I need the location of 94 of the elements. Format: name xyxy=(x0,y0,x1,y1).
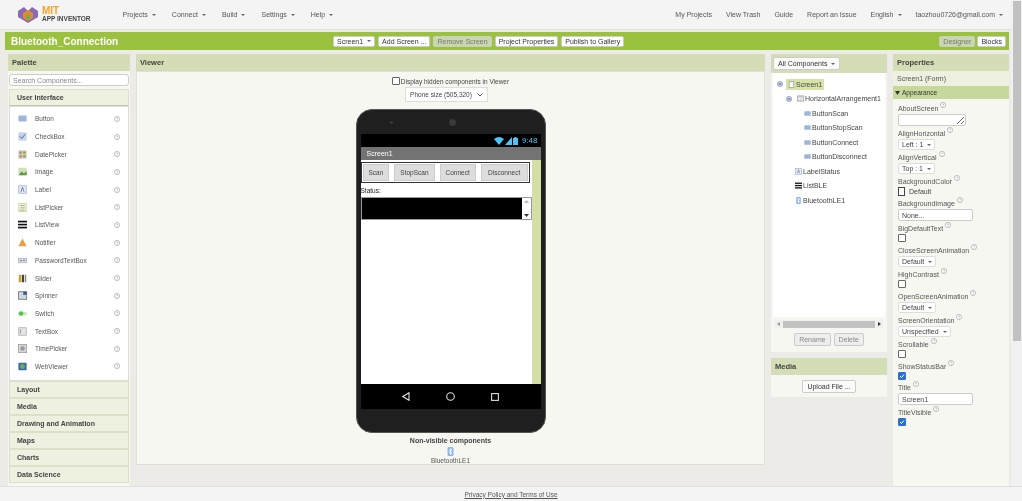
wifi-icon xyxy=(493,136,504,145)
checkbox[interactable] xyxy=(898,418,906,426)
caret-icon xyxy=(290,13,295,16)
text-area[interactable] xyxy=(898,114,966,126)
help-icon[interactable] xyxy=(970,290,977,296)
warning-icon xyxy=(18,238,27,248)
logo-icon xyxy=(16,4,40,25)
caret-icon xyxy=(329,13,334,16)
scroll-down-icon[interactable] xyxy=(523,214,529,217)
home-icon[interactable] xyxy=(446,392,455,401)
help-icon[interactable] xyxy=(947,127,954,133)
logo-title: MIT xyxy=(42,6,60,17)
help-icon[interactable] xyxy=(948,360,955,366)
checkbox[interactable] xyxy=(898,280,906,288)
list-view-icon xyxy=(795,182,802,190)
checkbox-icon xyxy=(18,132,27,142)
scroll-left-icon[interactable] xyxy=(777,322,780,326)
calendar-icon xyxy=(18,149,27,159)
caret-icon xyxy=(942,330,947,333)
recents-icon[interactable] xyxy=(490,392,499,401)
horizontal-scrollbar[interactable] xyxy=(775,320,883,328)
label-icon xyxy=(795,167,802,175)
help-icon[interactable] xyxy=(114,221,120,228)
help-icon[interactable] xyxy=(114,115,120,122)
back-icon[interactable] xyxy=(402,392,411,401)
clock-time: 9:48 xyxy=(521,136,538,145)
caret-icon xyxy=(367,40,372,42)
collapse-icon[interactable] xyxy=(777,81,783,88)
caret-icon xyxy=(831,62,836,65)
help-icon[interactable] xyxy=(956,314,963,320)
text-field-icon xyxy=(18,326,27,336)
help-icon[interactable] xyxy=(940,268,947,274)
caret-icon xyxy=(927,167,931,170)
help-icon[interactable] xyxy=(954,175,961,181)
help-icon[interactable] xyxy=(114,328,120,335)
button-icon xyxy=(18,114,27,124)
help-icon[interactable] xyxy=(114,168,120,175)
help-icon[interactable] xyxy=(114,151,120,158)
help-icon[interactable] xyxy=(912,381,919,387)
bluetooth-icon xyxy=(795,196,802,204)
scroll-right-icon[interactable] xyxy=(878,322,881,326)
caret-icon xyxy=(928,260,933,263)
help-icon[interactable] xyxy=(114,186,120,193)
image-icon xyxy=(18,167,27,177)
page-scrollbar[interactable] xyxy=(1011,0,1022,486)
clock-icon xyxy=(18,344,27,354)
label-icon xyxy=(18,185,27,195)
signal-icon xyxy=(504,136,512,145)
toggle-icon xyxy=(18,308,27,318)
chevron-icon xyxy=(476,92,483,97)
help-icon[interactable] xyxy=(114,257,120,264)
help-icon[interactable] xyxy=(945,222,952,228)
help-icon[interactable] xyxy=(114,204,120,211)
checkbox[interactable] xyxy=(391,77,400,85)
help-icon[interactable] xyxy=(938,151,945,157)
help-icon[interactable] xyxy=(114,239,120,246)
caret-icon xyxy=(241,13,246,16)
help-icon[interactable] xyxy=(114,133,120,140)
scrollbar[interactable] xyxy=(521,198,531,219)
help-icon[interactable] xyxy=(114,345,120,352)
caret-icon xyxy=(927,143,932,146)
color-swatch[interactable] xyxy=(898,187,905,196)
caret-icon xyxy=(201,13,206,16)
password-field-icon xyxy=(18,255,27,265)
checkbox[interactable] xyxy=(898,234,906,242)
help-icon[interactable] xyxy=(114,363,120,370)
checkbox[interactable] xyxy=(898,350,906,358)
help-icon[interactable] xyxy=(114,292,120,299)
spinner-icon xyxy=(18,291,27,301)
scroll-up-icon[interactable] xyxy=(523,200,529,203)
help-icon[interactable] xyxy=(114,310,120,317)
checkbox[interactable] xyxy=(898,372,906,380)
bluetooth-icon xyxy=(447,447,454,456)
screen-icon xyxy=(788,80,795,88)
help-icon[interactable] xyxy=(971,244,978,250)
caret-icon xyxy=(151,13,156,16)
list-view-icon xyxy=(18,220,27,230)
collapse-icon[interactable] xyxy=(786,95,792,102)
caret-icon xyxy=(999,13,1003,16)
project-name: Bluetooth_Connection xyxy=(11,35,120,47)
help-icon[interactable] xyxy=(114,275,120,282)
caret-icon xyxy=(928,306,933,309)
triangle-icon xyxy=(895,90,900,95)
help-icon[interactable] xyxy=(933,406,940,412)
globe-icon xyxy=(18,361,27,371)
battery-icon xyxy=(512,136,518,145)
help-icon[interactable] xyxy=(930,338,937,344)
list-icon xyxy=(18,202,27,212)
camera-icon xyxy=(448,119,456,126)
help-icon[interactable] xyxy=(956,197,963,203)
help-icon[interactable] xyxy=(940,102,947,108)
slider-icon xyxy=(18,273,27,283)
caret-icon xyxy=(897,13,902,16)
arrangement-icon xyxy=(797,95,804,103)
